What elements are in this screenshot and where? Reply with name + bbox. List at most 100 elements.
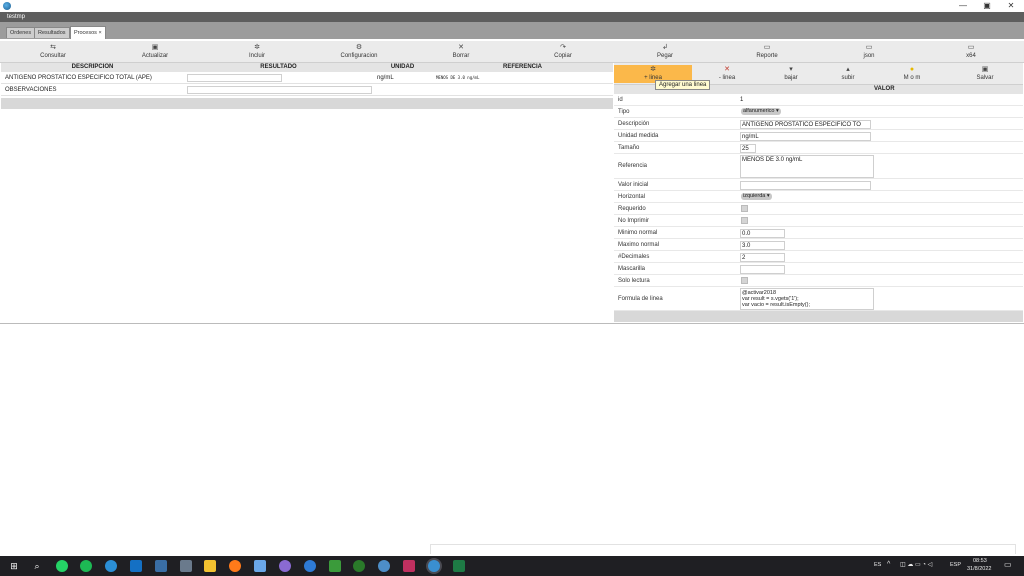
- firefox-icon[interactable]: [229, 560, 241, 572]
- close-window-button[interactable]: ✕: [998, 1, 1024, 11]
- search-icon[interactable]: ⌕: [31, 560, 43, 572]
- notepad-icon[interactable]: [329, 560, 341, 572]
- printer-icon: ▭: [865, 44, 873, 51]
- remove-line-icon: ✕: [724, 66, 730, 73]
- spotify-icon[interactable]: [80, 560, 92, 572]
- prop-row-horizontal: Horizontal izquierda ▾: [614, 191, 1023, 203]
- testmp-app-icon[interactable]: [428, 560, 440, 572]
- referencia-textarea[interactable]: MENOS DE 3.0 ng/mL: [740, 155, 874, 178]
- move-down-button[interactable]: ▾ bajar: [761, 65, 821, 82]
- tipo-select[interactable]: alfanumerico ▾: [741, 108, 781, 115]
- prop-row-minimo: Minimo normal 0.0: [614, 227, 1023, 239]
- file-explorer-icon[interactable]: [204, 560, 216, 572]
- start-icon[interactable]: ⊞: [8, 560, 20, 572]
- move-up-button[interactable]: ▴ subir: [818, 65, 878, 82]
- title-bar: — ▣ ✕: [0, 0, 1024, 12]
- col-header-descripcion: DESCRIPCION: [1, 63, 184, 72]
- actualizar-button[interactable]: ▣ Actualizar: [125, 43, 185, 60]
- x64-button[interactable]: ▭ x64: [941, 43, 1001, 60]
- printer-icon: ▭: [763, 44, 771, 51]
- solo-lectura-checkbox[interactable]: [741, 277, 748, 284]
- lang-indicator[interactable]: ES: [874, 562, 881, 568]
- configuracion-button[interactable]: ⚙ Configuracion: [329, 43, 389, 60]
- actualizar-icon: ▣: [151, 44, 159, 51]
- minimize-button[interactable]: —: [950, 1, 976, 11]
- whatsapp-icon[interactable]: [56, 560, 68, 572]
- edge-icon[interactable]: [105, 560, 117, 572]
- mom-icon: ●: [909, 66, 915, 73]
- winrar-icon[interactable]: [403, 560, 415, 572]
- app-icon-b[interactable]: [304, 560, 316, 572]
- consultar-icon: ⇆: [50, 44, 56, 51]
- table-row[interactable]: ANTIGENO PROSTATICO ESPECIFICO TOTAL (AP…: [1, 72, 613, 84]
- prop-row-valor-inicial: Valor inicial: [614, 179, 1023, 191]
- pegar-button[interactable]: ↲ Pegar: [635, 43, 695, 60]
- app-icon-d[interactable]: [378, 560, 390, 572]
- tooltip: Agregar una linea: [655, 80, 711, 90]
- copiar-icon: ↷: [560, 44, 566, 51]
- cell-descripcion: ANTIGENO PROSTATICO ESPECIFICO TOTAL (AP…: [5, 75, 152, 81]
- decimales-input[interactable]: 2: [740, 253, 785, 262]
- formula-textarea[interactable]: @activar2018 var result = s.vgets('1'); …: [740, 288, 874, 310]
- descripcion-input[interactable]: ANTIGENO PROSTATICO ESPECIFICO TO: [740, 120, 871, 129]
- notification-icon[interactable]: ▭: [1004, 560, 1012, 569]
- tab-procesos[interactable]: Procesos ×: [70, 26, 106, 39]
- borrar-button[interactable]: ✕ Borrar: [431, 43, 491, 60]
- tray-icons[interactable]: ◫ ☁ ▭ ◔ ◁: [900, 561, 932, 568]
- main-toolbar: ⇆ Consultar ▣ Actualizar ✲ Incluir ⚙ Configu…: [0, 41, 1024, 63]
- requerido-checkbox[interactable]: [741, 205, 748, 212]
- incluir-button[interactable]: ✲ Incluir: [227, 43, 287, 60]
- mascarilla-input[interactable]: [740, 265, 785, 274]
- json-button[interactable]: ▭ json: [839, 43, 899, 60]
- copiar-button[interactable]: ↷ Copiar: [533, 43, 593, 60]
- no-imprimir-checkbox[interactable]: [741, 217, 748, 224]
- resultado-input[interactable]: [187, 74, 282, 82]
- prop-row-mascarilla: Mascarilla: [614, 263, 1023, 275]
- configuracion-icon: ⚙: [355, 44, 363, 51]
- network-icon[interactable]: [180, 560, 192, 572]
- unidad-input[interactable]: ng/mL: [740, 132, 871, 141]
- maximo-input[interactable]: 3.0: [740, 241, 785, 250]
- prop-row-referencia: Referencia MENOS DE 3.0 ng/mL: [614, 154, 1023, 179]
- app-icon-a[interactable]: [279, 560, 291, 572]
- app-icon-c[interactable]: [353, 560, 365, 572]
- cell-descripcion: OBSERVACIONES: [5, 87, 57, 93]
- excel-icon[interactable]: [453, 560, 465, 572]
- prop-row-requerido: Requerido: [614, 203, 1023, 215]
- prop-row-id: id 1: [614, 94, 1023, 106]
- observaciones-input[interactable]: [187, 86, 372, 94]
- borrar-icon: ✕: [458, 44, 464, 51]
- tray-chevron-icon[interactable]: ^: [887, 561, 890, 568]
- virtualbox-icon[interactable]: [254, 560, 266, 572]
- prop-row-tamano: Tamaño 25: [614, 142, 1023, 154]
- table-row[interactable]: OBSERVACIONES: [1, 84, 613, 96]
- outlook-icon[interactable]: [130, 560, 142, 572]
- horizontal-select[interactable]: izquierda ▾: [741, 193, 772, 200]
- clock-time[interactable]: 08:53: [973, 558, 987, 564]
- prop-row-unidad: Unidad medida ng/mL: [614, 130, 1023, 142]
- consultar-button[interactable]: ⇆ Consultar: [23, 43, 83, 60]
- tamano-input[interactable]: 25: [740, 144, 756, 153]
- grid-footer: [1, 98, 613, 109]
- maximize-button[interactable]: ▣: [974, 1, 1000, 11]
- app-icon: [3, 2, 11, 10]
- mom-button[interactable]: ● M o m: [882, 65, 942, 82]
- salvar-button[interactable]: ▣ Salvar: [955, 65, 1015, 82]
- id-value: 1: [740, 97, 744, 103]
- remote-desktop-icon[interactable]: [155, 560, 167, 572]
- arrow-down-icon: ▾: [789, 66, 793, 73]
- app-title: testmp: [7, 14, 26, 20]
- reporte-button[interactable]: ▭ Reporte: [737, 43, 797, 60]
- properties-footer: [614, 311, 1023, 322]
- clock-date[interactable]: 31/8/2022: [967, 566, 991, 572]
- minimo-input[interactable]: 0.0: [740, 229, 785, 238]
- tab-resultados[interactable]: Resultados: [34, 27, 70, 38]
- prop-row-maximo: Maximo normal 3.0: [614, 239, 1023, 251]
- cell-referencia: MENOS DE 3.0 ng/mL: [436, 75, 480, 80]
- cell-unidad: ng/mL: [377, 75, 394, 81]
- keyboard-lang[interactable]: ESP: [950, 562, 961, 568]
- valor-inicial-input[interactable]: [740, 181, 871, 190]
- printer-icon: ▭: [967, 44, 975, 51]
- tab-ordenes[interactable]: Ordenes: [6, 27, 36, 38]
- tab-strip: Ordenes Resultados Procesos ×: [0, 22, 1024, 39]
